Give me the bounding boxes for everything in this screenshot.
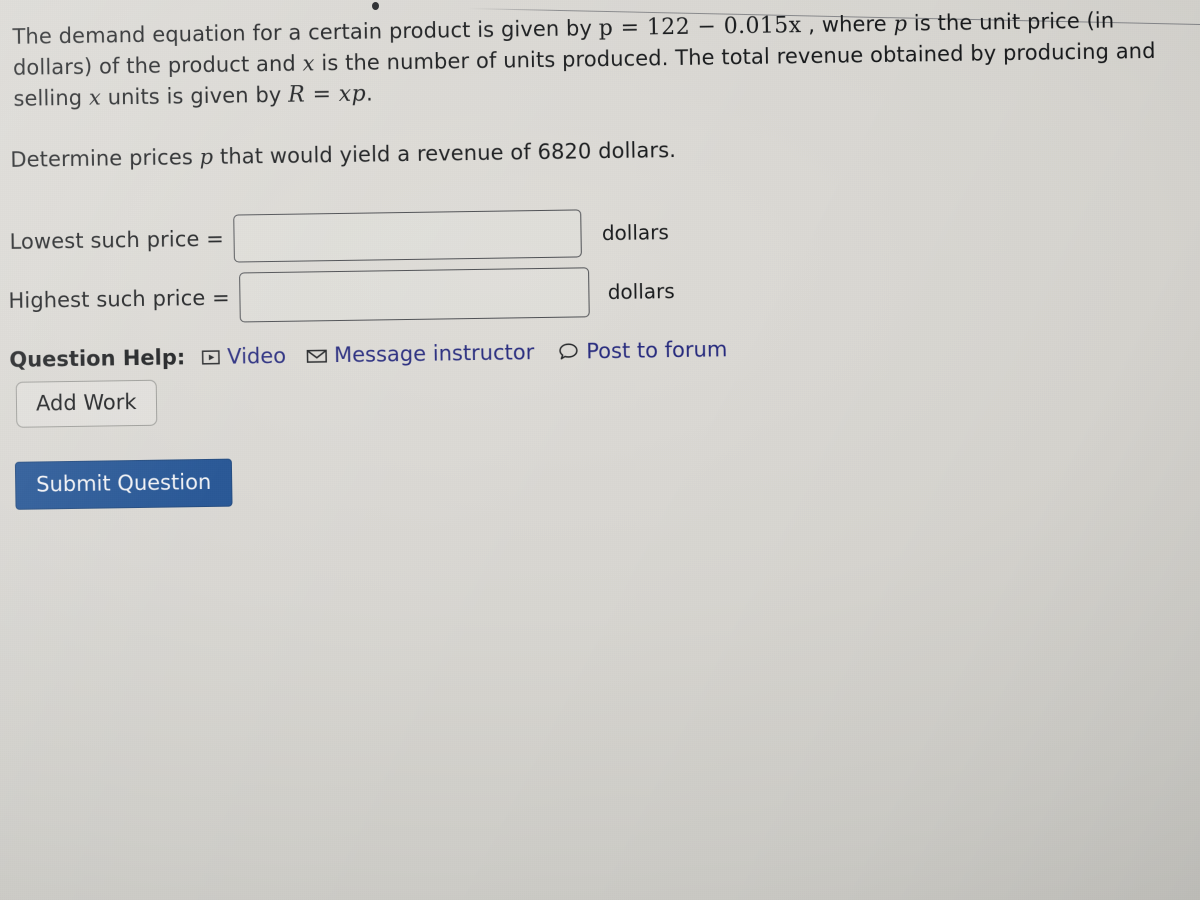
lowest-price-label: Lowest such price =	[9, 226, 225, 254]
determine-variable-p: p	[199, 144, 214, 170]
variable-x-2: x	[88, 85, 102, 110]
post-to-forum-link-label: Post to forum	[586, 337, 728, 364]
lowest-price-unit: dollars	[601, 220, 669, 246]
demand-equation: p = 122 − 0.015x	[598, 13, 802, 42]
envelope-icon	[306, 346, 327, 365]
lowest-price-row: Lowest such price = dollars	[9, 208, 669, 266]
question-help-label: Question Help:	[9, 345, 186, 372]
message-instructor-link-label: Message instructor	[333, 340, 535, 368]
variable-p: p	[893, 11, 908, 36]
prompt-text-1: The demand equation for a certain produc…	[12, 16, 599, 49]
determine-instruction: Determine prices p that would yield a re…	[10, 138, 676, 172]
revenue-equation: R = xp	[287, 81, 367, 108]
submit-question-button[interactable]: Submit Question	[14, 458, 233, 510]
lowest-price-input[interactable]	[233, 209, 583, 263]
prompt-text-2: , where	[801, 11, 894, 38]
highest-price-input[interactable]	[239, 267, 591, 323]
speech-bubble-icon	[558, 341, 579, 361]
video-help-link-label: Video	[227, 343, 287, 369]
highest-price-row: Highest such price = dollars	[8, 266, 675, 326]
post-to-forum-link[interactable]: Post to forum	[558, 337, 727, 364]
prompt-text-6: .	[365, 81, 373, 106]
determine-prefix: Determine prices	[10, 145, 200, 172]
highest-price-unit: dollars	[607, 279, 675, 305]
variable-x: x	[302, 51, 315, 76]
question-prompt: The demand equation for a certain produc…	[12, 4, 1193, 114]
message-instructor-link[interactable]: Message instructor	[306, 340, 535, 368]
video-help-link[interactable]: Video	[201, 344, 286, 369]
add-work-button[interactable]: Add Work	[15, 379, 157, 428]
highest-price-label: Highest such price =	[8, 285, 230, 313]
prompt-text-5: units is given by	[100, 82, 289, 110]
question-help-row: Question Help: Video Message instructor	[9, 337, 727, 372]
video-play-icon	[201, 347, 220, 366]
determine-suffix: that would yield a revenue of 6820 dolla…	[213, 137, 677, 169]
question-panel: The demand equation for a certain produc…	[0, 0, 1200, 560]
